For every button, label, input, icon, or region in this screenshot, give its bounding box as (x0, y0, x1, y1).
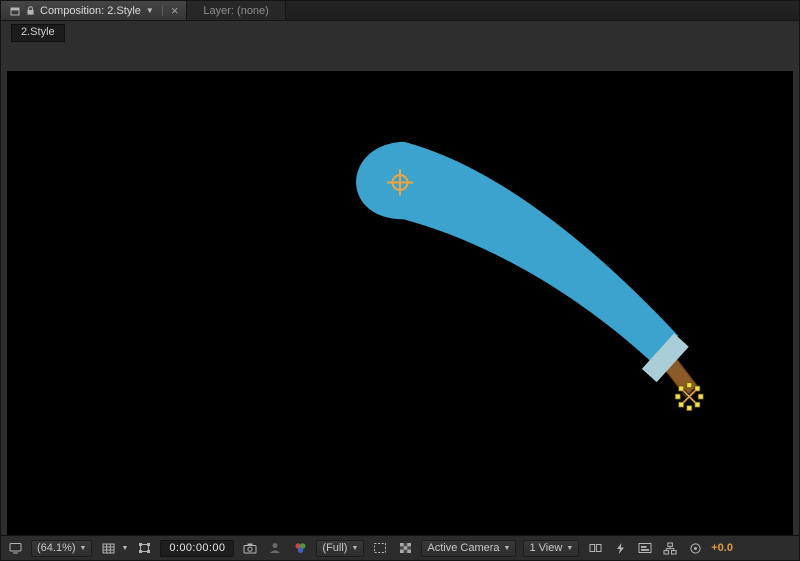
comp-flowchart-icon[interactable] (661, 540, 679, 556)
snapshot-camera-icon[interactable] (241, 540, 259, 556)
selection-handle-nw[interactable] (678, 385, 685, 392)
selection-handle-sw[interactable] (678, 401, 685, 408)
selection-handle-e[interactable] (697, 393, 704, 400)
chevron-down-icon: ▼ (351, 544, 359, 552)
resolution-dropdown[interactable]: (Full) ▼ (316, 539, 365, 557)
tab-layer[interactable]: Layer: (none) (187, 1, 286, 20)
close-tab-icon[interactable]: × (171, 4, 179, 17)
viewer-options-bar: (64.1%) ▼ ▼ 0:00:00:00 (Full) ▼ Active C… (1, 535, 799, 560)
region-of-interest-icon[interactable] (371, 540, 389, 556)
tab-separator (161, 5, 163, 16)
resolution-value: (Full) (322, 542, 348, 554)
chevron-down-icon: ▼ (121, 544, 129, 552)
selection-handle-ne[interactable] (694, 385, 701, 392)
grid-and-guides-button[interactable]: ▼ (99, 540, 128, 556)
comp-navigator-breadcrumb[interactable]: 2.Style (11, 24, 65, 42)
pixel-aspect-correction-icon[interactable] (586, 540, 604, 556)
view-layout-dropdown[interactable]: 1 View ▼ (523, 539, 580, 557)
show-snapshot-icon[interactable] (266, 540, 284, 556)
tab-composition-label: Composition: 2.Style (40, 4, 141, 17)
magnification-value: (64.1%) (37, 542, 76, 554)
exposure-value[interactable]: +0.0 (711, 542, 733, 554)
mask-visibility-icon[interactable] (135, 540, 153, 556)
3d-view-dropdown[interactable]: Active Camera ▼ (421, 539, 517, 557)
tab-composition[interactable]: Composition: 2.Style ▼ × (1, 1, 188, 20)
scene-svg (7, 71, 793, 536)
tab-menu-caret-icon[interactable]: ▼ (146, 6, 154, 15)
transparency-grid-icon[interactable] (396, 540, 414, 556)
timeline-panel-icon[interactable] (636, 540, 654, 556)
selection-handle-n[interactable] (686, 382, 693, 389)
chevron-down-icon: ▼ (79, 544, 87, 552)
current-time-field[interactable]: 0:00:00:00 (160, 539, 235, 557)
tab-bar-empty-space (285, 1, 799, 20)
reset-exposure-icon[interactable] (686, 540, 704, 556)
selection-handle-s[interactable] (686, 405, 693, 411)
chevron-down-icon: ▼ (566, 544, 574, 552)
magnification-dropdown[interactable]: (64.1%) ▼ (31, 539, 93, 557)
3d-view-value: Active Camera (427, 542, 500, 554)
lock-icon[interactable] (25, 3, 35, 19)
view-layout-value: 1 View (529, 542, 563, 554)
selection-handle-se[interactable] (694, 401, 701, 408)
scene-background (7, 71, 793, 536)
fast-previews-icon[interactable] (611, 540, 629, 556)
tab-layer-label: Layer: (none) (203, 4, 269, 17)
chevron-down-icon: ▼ (503, 544, 511, 552)
selection-handle-w[interactable] (674, 393, 681, 400)
panel-grip-icon (9, 3, 20, 19)
grid-icon (99, 540, 117, 556)
selection-handles[interactable] (674, 382, 704, 411)
panel-tab-bar: Composition: 2.Style ▼ × Layer: (none) (1, 1, 799, 21)
always-preview-icon[interactable] (6, 540, 24, 556)
after-effects-composition-panel: Composition: 2.Style ▼ × Layer: (none) 2… (0, 0, 800, 561)
show-channels-icon[interactable] (291, 540, 309, 556)
composition-viewport[interactable] (7, 71, 793, 536)
